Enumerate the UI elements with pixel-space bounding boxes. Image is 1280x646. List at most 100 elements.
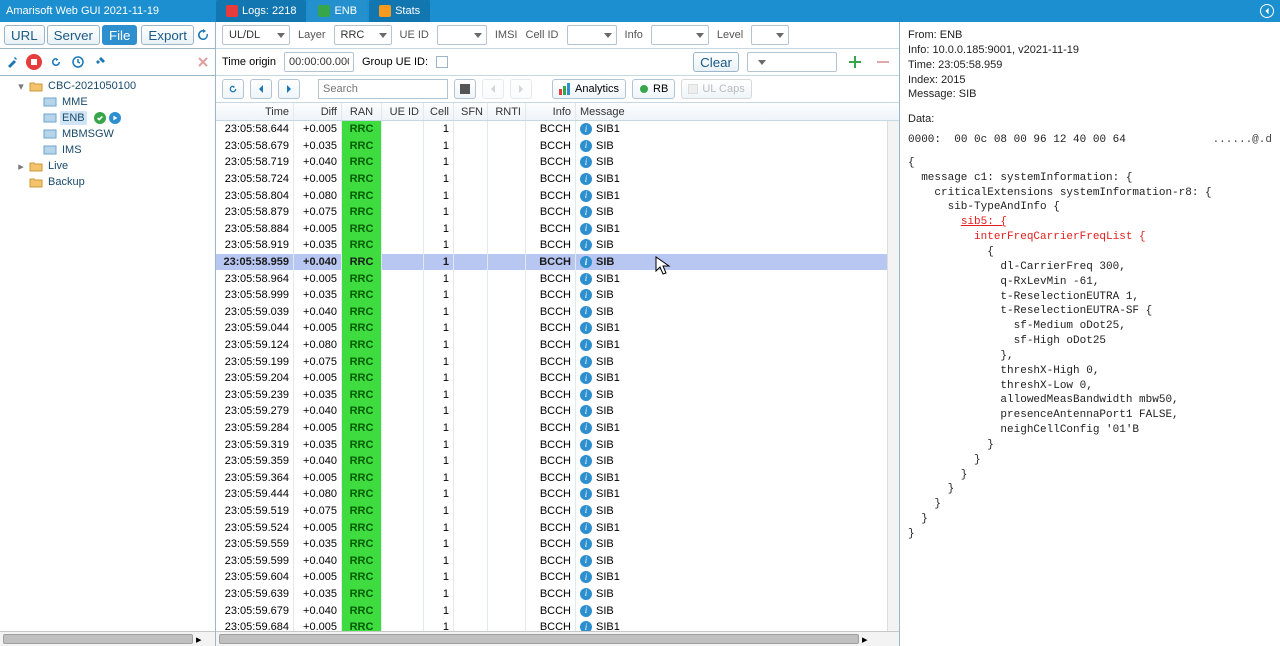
tree-item-backup[interactable]: Backup — [16, 174, 215, 190]
tree-item-live[interactable]: ▸Live — [16, 158, 215, 174]
search-next-icon[interactable] — [510, 79, 532, 99]
remove-icon[interactable] — [873, 52, 893, 72]
export-button[interactable]: Export — [141, 25, 194, 45]
table-row[interactable]: 23:05:59.519+0.075RRC1BCCHiSIB — [216, 503, 887, 520]
table-row[interactable]: 23:05:58.964+0.005RRC1BCCHiSIB1 — [216, 270, 887, 287]
clear-button[interactable]: Clear — [693, 52, 739, 72]
table-row[interactable]: 23:05:58.919+0.035RRC1BCCHiSIB — [216, 237, 887, 254]
table-row[interactable]: 23:05:59.284+0.005RRC1BCCHiSIB1 — [216, 420, 887, 437]
table-row[interactable]: 23:05:59.204+0.005RRC1BCCHiSIB1 — [216, 370, 887, 387]
next-icon[interactable] — [278, 79, 300, 99]
search-input[interactable] — [323, 83, 443, 95]
tree-item-ims[interactable]: IMS — [30, 142, 215, 158]
tab-stats[interactable]: Stats — [369, 0, 430, 22]
table-row[interactable]: 23:05:59.239+0.035RRC1BCCHiSIB — [216, 387, 887, 404]
vscroll[interactable] — [887, 121, 899, 631]
table-row[interactable]: 23:05:59.639+0.035RRC1BCCHiSIB — [216, 586, 887, 603]
center-hscroll[interactable]: ▸ — [216, 631, 899, 646]
scroll-right-icon[interactable]: ▸ — [862, 633, 868, 646]
info-icon: i — [580, 322, 592, 334]
wand-icon[interactable] — [4, 54, 20, 70]
info-icon: i — [580, 405, 592, 417]
table-row[interactable]: 23:05:58.959+0.040RRC1BCCHiSIB — [216, 254, 887, 271]
col-diff[interactable]: Diff — [294, 103, 342, 120]
table-row[interactable]: 23:05:58.644+0.005RRC1BCCHiSIB1 — [216, 121, 887, 138]
table-row[interactable]: 23:05:59.039+0.040RRC1BCCHiSIB — [216, 304, 887, 321]
table-row[interactable]: 23:05:58.724+0.005RRC1BCCHiSIB1 — [216, 171, 887, 188]
search-prev-icon[interactable] — [482, 79, 504, 99]
table-row[interactable]: 23:05:59.524+0.005RRC1BCCHiSIB1 — [216, 519, 887, 536]
table-row[interactable]: 23:05:59.359+0.040RRC1BCCHiSIB — [216, 453, 887, 470]
col-info[interactable]: Info — [526, 103, 576, 120]
refresh-icon[interactable] — [196, 27, 211, 43]
prev-icon[interactable] — [250, 79, 272, 99]
reload-icon[interactable] — [48, 54, 64, 70]
stop-icon[interactable] — [26, 54, 42, 70]
table-row[interactable]: 23:05:58.884+0.005RRC1BCCHiSIB1 — [216, 221, 887, 238]
search-field[interactable] — [318, 79, 448, 99]
col-cell[interactable]: Cell — [424, 103, 454, 120]
search-dropdown-icon[interactable] — [454, 79, 476, 99]
table-row[interactable]: 23:05:59.124+0.080RRC1BCCHiSIB1 — [216, 337, 887, 354]
time-origin-input[interactable] — [284, 52, 354, 72]
scroll-right-icon[interactable]: ▸ — [196, 633, 202, 646]
url-button[interactable]: URL — [4, 25, 45, 45]
col-sfn[interactable]: SFN — [454, 103, 488, 120]
rb-button[interactable]: RB — [632, 79, 675, 99]
col-time[interactable]: Time — [216, 103, 294, 120]
tree-item-enb[interactable]: ENB — [30, 110, 215, 126]
analytics-button[interactable]: Analytics — [552, 79, 626, 99]
collapse-icon[interactable] — [1260, 4, 1274, 18]
uldl-combo[interactable]: UL/DL — [222, 25, 290, 45]
layer-combo[interactable]: RRC — [334, 25, 392, 45]
table-row[interactable]: 23:05:59.559+0.035RRC1BCCHiSIB — [216, 536, 887, 553]
close-icon[interactable] — [195, 54, 211, 70]
clear-combo[interactable] — [747, 52, 837, 72]
col-ueid[interactable]: UE ID — [382, 103, 424, 120]
table-row[interactable]: 23:05:59.364+0.005RRC1BCCHiSIB1 — [216, 469, 887, 486]
table-row[interactable]: 23:05:59.279+0.040RRC1BCCHiSIB — [216, 403, 887, 420]
table-row[interactable]: 23:05:58.999+0.035RRC1BCCHiSIB — [216, 287, 887, 304]
server-button[interactable]: Server — [47, 25, 100, 45]
table-row[interactable]: 23:05:58.719+0.040RRC1BCCHiSIB — [216, 154, 887, 171]
table-row[interactable]: 23:05:59.444+0.080RRC1BCCHiSIB1 — [216, 486, 887, 503]
table-row[interactable]: 23:05:59.319+0.035RRC1BCCHiSIB — [216, 436, 887, 453]
filter-row: UL/DL Layer RRC UE ID IMSI Cell ID Info … — [216, 22, 899, 49]
ulcaps-button[interactable]: UL Caps — [681, 79, 751, 99]
refresh-list-icon[interactable] — [222, 79, 244, 99]
node-icon — [43, 144, 57, 156]
table-row[interactable]: 23:05:58.879+0.075RRC1BCCHiSIB — [216, 204, 887, 221]
table-row[interactable]: 23:05:59.044+0.005RRC1BCCHiSIB1 — [216, 320, 887, 337]
tab-enb[interactable]: ENB — [308, 0, 367, 22]
sidebar-hscroll[interactable]: ▸ — [0, 631, 215, 646]
col-message[interactable]: Message — [576, 103, 899, 120]
tab-logs[interactable]: Logs: 2218 — [216, 0, 306, 22]
tools-icon[interactable] — [92, 54, 108, 70]
col-rnti[interactable]: RNTI — [488, 103, 526, 120]
file-button[interactable]: File — [102, 25, 137, 45]
level-combo[interactable] — [751, 25, 789, 45]
ueid-combo[interactable] — [437, 25, 487, 45]
table-row[interactable]: 23:05:58.679+0.035RRC1BCCHiSIB — [216, 138, 887, 155]
table-row[interactable]: 23:05:59.199+0.075RRC1BCCHiSIB — [216, 353, 887, 370]
file-icon — [226, 5, 238, 17]
tree-root[interactable]: ▾ CBC-2021050100 — [16, 78, 215, 94]
twisty-icon[interactable]: ▸ — [16, 161, 26, 171]
twisty-icon[interactable]: ▾ — [16, 81, 26, 91]
table-body[interactable]: 23:05:58.644+0.005RRC1BCCHiSIB123:05:58.… — [216, 121, 887, 631]
group-ueid-checkbox[interactable] — [436, 56, 448, 68]
table-row[interactable]: 23:05:59.679+0.040RRC1BCCHiSIB — [216, 602, 887, 619]
add-icon[interactable] — [845, 52, 865, 72]
table-row[interactable]: 23:05:59.604+0.005RRC1BCCHiSIB1 — [216, 569, 887, 586]
info-combo[interactable] — [651, 25, 709, 45]
cellid-combo[interactable] — [567, 25, 617, 45]
table-row[interactable]: 23:05:58.804+0.080RRC1BCCHiSIB1 — [216, 187, 887, 204]
tree-item-mme[interactable]: MME — [30, 94, 215, 110]
table-row[interactable]: 23:05:59.599+0.040RRC1BCCHiSIB — [216, 552, 887, 569]
col-ran[interactable]: RAN — [342, 103, 382, 120]
tree-item-mbmsgw[interactable]: MBMSGW — [30, 126, 215, 142]
clock-icon[interactable] — [70, 54, 86, 70]
app-title: Amarisoft Web GUI 2021-11-19 — [6, 5, 159, 17]
tree: ▾ CBC-2021050100 MME ENB MBMSGW IMS ▸ — [0, 76, 215, 631]
table-row[interactable]: 23:05:59.684+0.005RRC1BCCHiSIB1 — [216, 619, 887, 631]
